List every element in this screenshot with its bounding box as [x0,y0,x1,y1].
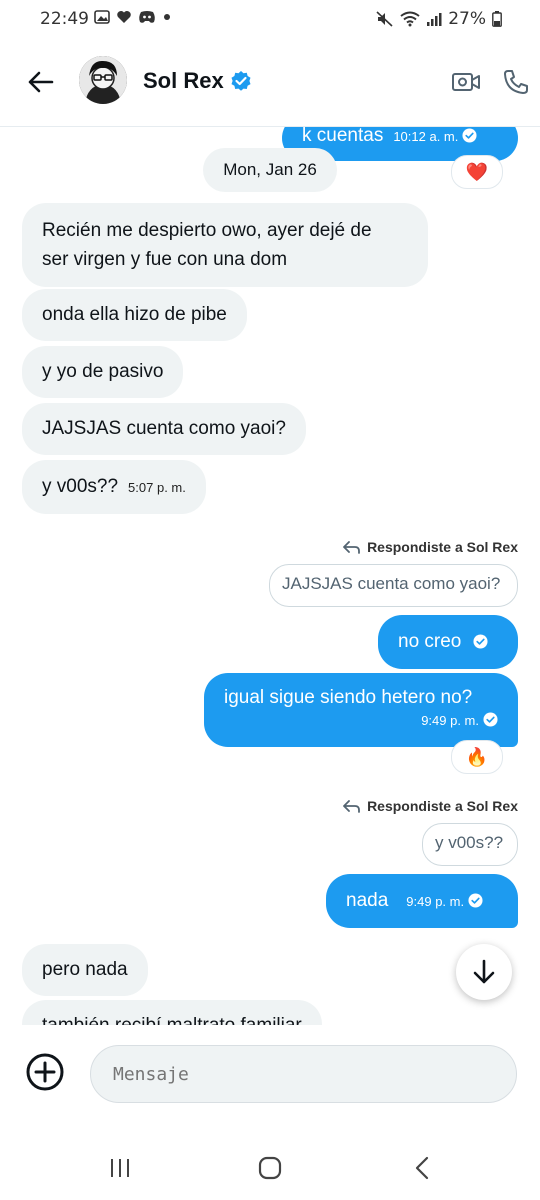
message-text: y v00s?? [42,476,119,497]
date-label: Mon, Jan 26 [223,160,317,179]
scroll-to-bottom-button[interactable] [456,944,512,1000]
message-time: 10:12 a. m. [393,129,459,144]
message-incoming[interactable]: también recibí maltrato familiar [22,1000,322,1025]
message-text: pero nada [42,959,128,980]
message-input[interactable] [90,1045,517,1103]
gallery-icon [94,10,110,24]
avatar-image [79,56,127,104]
message-text: y yo de pasivo [42,361,164,382]
message-outgoing[interactable]: nada 9:49 p. m. [326,874,518,928]
avatar[interactable] [79,56,127,104]
quoted-text: y v00s?? [435,833,504,852]
heart-status-icon [117,11,131,23]
back-button[interactable] [22,64,58,100]
check-circle-icon [468,893,483,908]
system-back-button[interactable] [402,1154,442,1182]
verified-badge-icon [231,71,251,91]
message-meta: 9:49 p. m. [224,712,498,729]
add-attachment-button[interactable] [26,1053,64,1091]
quoted-text: JAJSJAS cuenta como yaoi? [282,574,501,593]
reaction-badge[interactable]: 🔥 [451,740,503,774]
message-time: 9:49 p. m. [421,713,479,728]
signal-icon [427,13,442,26]
message-text: también recibí maltrato familiar [42,1015,302,1025]
home-icon [258,1156,282,1180]
status-bar: 22:49 27% [0,0,540,36]
message-incoming[interactable]: Recién me despierto owo, ayer dejé de se… [22,203,428,287]
message-text: k cuentas [302,127,384,146]
dot-icon [164,14,170,20]
message-text: JAJSJAS cuenta como yaoi? [42,418,286,439]
recent-apps-button[interactable] [100,1154,140,1182]
status-left-icons [94,9,172,25]
date-separator: Mon, Jan 26 [203,148,337,192]
recent-apps-icon [111,1159,129,1177]
message-incoming[interactable]: JAJSJAS cuenta como yaoi? [22,403,306,455]
discord-icon [139,11,155,23]
heart-reaction-icon: ❤️ [465,161,489,182]
arrow-left-icon [28,71,54,93]
message-incoming[interactable]: y yo de pasivo [22,346,184,398]
reply-indicator: Respondiste a Sol Rex [343,539,518,555]
mute-icon [376,11,393,27]
message-incoming[interactable]: onda ella hizo de pibe [22,289,247,341]
check-circle-icon [462,128,477,143]
reply-indicator: Respondiste a Sol Rex [343,798,518,814]
message-text: igual sigue siendo hetero no? [224,687,473,708]
quoted-message[interactable]: JAJSJAS cuenta como yaoi? [269,564,518,607]
reaction-badge[interactable]: ❤️ [451,155,503,189]
message-time: 5:07 p. m. [128,480,186,495]
system-navigation-bar [0,1130,540,1200]
reply-arrow-icon [343,800,360,813]
fire-reaction-icon: 🔥 [465,746,489,767]
chat-header: Sol Rex [0,36,540,127]
contact-name: Sol Rex [143,68,224,93]
message-incoming[interactable]: pero nada [22,944,148,996]
phone-call-button[interactable] [500,66,532,98]
check-circle-icon [483,712,498,727]
home-button[interactable] [250,1154,290,1182]
status-time: 22:49 [40,9,89,29]
message-text: no creo [398,631,462,652]
message-text-line: ser virgen y fue con una dom [42,249,288,270]
battery-percent: 27% [448,9,486,29]
message-time: 9:49 p. m. [406,894,465,909]
video-call-icon [452,73,480,91]
arrow-down-icon [473,959,495,984]
wifi-icon [400,11,420,27]
message-incoming[interactable]: y v00s?? 5:07 p. m. [22,460,206,514]
quoted-message[interactable]: y v00s?? [422,823,518,866]
reply-label: Respondiste a Sol Rex [367,539,518,555]
contact-name-wrap[interactable]: Sol Rex [143,68,252,94]
message-outgoing[interactable]: igual sigue siendo hetero no? 9:49 p. m. [204,673,518,747]
reply-label: Respondiste a Sol Rex [367,798,518,814]
video-call-button[interactable] [450,66,482,98]
battery-icon [492,11,502,27]
check-circle-icon [473,634,488,649]
message-outgoing[interactable]: no creo [378,615,518,669]
reply-arrow-icon [343,541,360,554]
status-right-icons: 27% [376,9,502,29]
chevron-left-icon [415,1156,429,1180]
message-text: nada [346,890,389,911]
message-text-line: Recién me despierto owo, ayer dejé de [42,220,372,241]
message-composer [0,1026,540,1126]
message-list[interactable]: k cuentas 10:12 a. m. ❤️ Mon, Jan 26 Reci… [0,127,540,1025]
plus-circle-icon [26,1053,64,1091]
message-text: onda ella hizo de pibe [42,304,227,325]
phone-icon [504,70,528,94]
